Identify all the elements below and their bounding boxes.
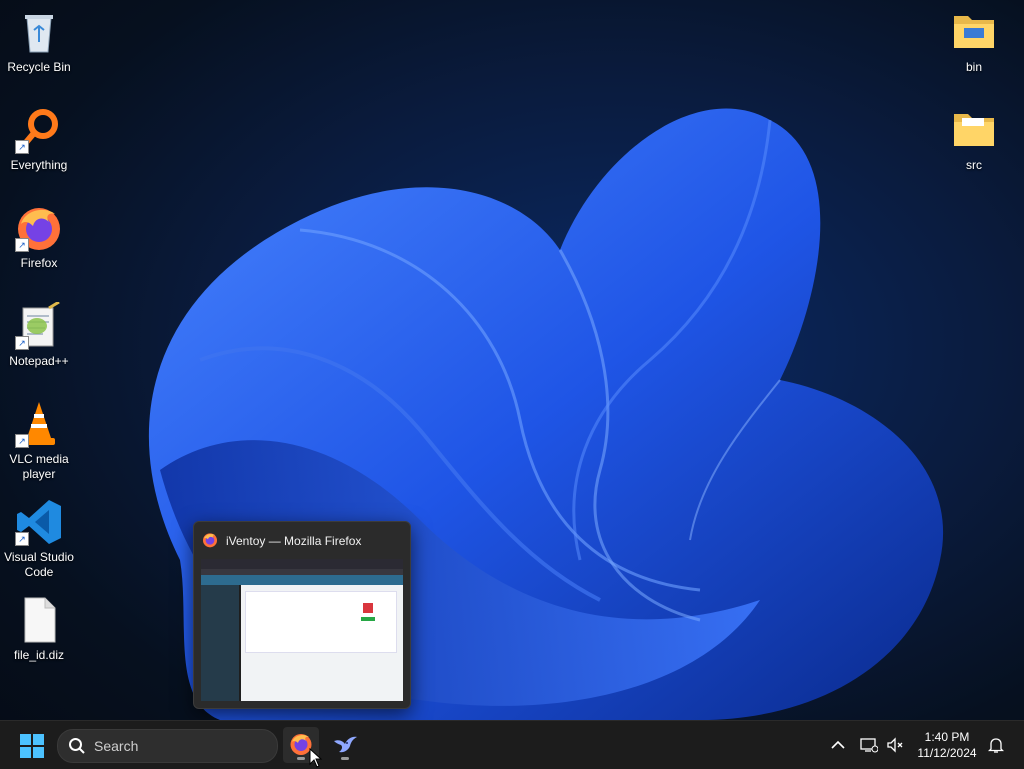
desktop-icon-label: bin xyxy=(965,60,982,74)
recycle-bin-icon xyxy=(15,8,63,56)
search-placeholder: Search xyxy=(94,738,139,754)
shortcut-arrow-icon: ↗ xyxy=(15,434,29,448)
taskbar-search-box[interactable]: Search xyxy=(57,729,278,763)
mouse-cursor-icon xyxy=(309,748,323,768)
bird-app-icon xyxy=(334,736,357,753)
desktop-icon-label: Visual Studio Code xyxy=(4,550,74,579)
text-file-icon xyxy=(15,596,63,644)
thumbnail-config-card xyxy=(245,591,397,653)
volume-button[interactable] xyxy=(884,721,906,769)
clock-date: 11/12/2024 xyxy=(917,746,977,760)
search-icon xyxy=(69,738,85,754)
thumbnail-status-indicator xyxy=(361,617,375,621)
desktop-icon-recycle-bin[interactable]: Recycle Bin xyxy=(1,8,77,75)
everything-search-icon: ↗ xyxy=(15,106,63,154)
desktop-icon-label: Notepad++ xyxy=(9,354,69,368)
desktop-icon-everything[interactable]: ↗ Everything xyxy=(1,106,77,173)
start-button[interactable] xyxy=(20,734,44,758)
thumbnail-stop-indicator xyxy=(363,603,373,613)
desktop-icon-vscode[interactable]: ↗ Visual Studio Code xyxy=(1,498,77,580)
taskbar-clock[interactable]: 1:40 PM 11/12/2024 xyxy=(912,729,982,761)
taskbar-app-iventoy[interactable] xyxy=(327,727,363,763)
desktop-icon-file-id-diz[interactable]: file_id.diz xyxy=(1,596,77,663)
thumbnail-sidebar xyxy=(201,585,239,701)
desktop-icon-label: Recycle Bin xyxy=(7,60,71,74)
taskbar: Search 1:40 PM 11/12/2024 xyxy=(0,720,1024,769)
desktop-icon-label: src xyxy=(966,158,982,172)
network-icon xyxy=(860,738,878,753)
thumbnail-tab-strip xyxy=(201,559,403,569)
shortcut-arrow-icon: ↗ xyxy=(15,532,29,546)
notifications-button[interactable] xyxy=(986,721,1006,769)
running-indicator xyxy=(297,757,305,760)
desktop-icon-vlc[interactable]: ↗ VLC media player xyxy=(1,400,77,482)
preview-window-title: iVentoy — Mozilla Firefox xyxy=(226,534,362,548)
wallpaper-bloom xyxy=(0,0,1024,720)
window-thumbnail-image[interactable] xyxy=(201,559,403,701)
desktop-icon-label: Firefox xyxy=(20,256,58,270)
show-hidden-icons-button[interactable] xyxy=(828,721,848,769)
desktop-icon-src[interactable]: src xyxy=(936,106,1012,173)
notepadpp-icon: ↗ xyxy=(15,300,63,350)
network-status-button[interactable] xyxy=(858,721,880,769)
thumbnail-app-header xyxy=(201,575,403,585)
firefox-icon xyxy=(202,532,218,548)
running-indicator xyxy=(341,757,349,760)
desktop-icon-bin[interactable]: bin xyxy=(936,8,1012,75)
desktop-icon-label: file_id.diz xyxy=(13,648,65,662)
chevron-up-icon xyxy=(831,740,845,749)
desktop-icon-notepadpp[interactable]: ↗ Notepad++ xyxy=(1,300,77,369)
bell-icon xyxy=(988,738,1004,753)
vscode-icon: ↗ xyxy=(15,498,63,546)
desktop-icon-label: VLC media player xyxy=(9,452,69,481)
volume-muted-icon xyxy=(887,737,903,753)
clock-time: 1:40 PM xyxy=(924,730,970,744)
shortcut-arrow-icon: ↗ xyxy=(15,238,29,252)
shortcut-arrow-icon: ↗ xyxy=(15,140,29,154)
firefox-icon: ↗ xyxy=(15,204,63,252)
folder-icon xyxy=(950,8,998,56)
desktop-icon-label: Everything xyxy=(10,158,68,172)
folder-icon xyxy=(950,106,998,154)
vlc-cone-icon: ↗ xyxy=(15,400,63,448)
taskbar-thumbnail-preview[interactable]: iVentoy — Mozilla Firefox xyxy=(193,521,411,709)
shortcut-arrow-icon: ↗ xyxy=(15,336,29,350)
desktop-icon-firefox[interactable]: ↗ Firefox xyxy=(1,204,77,271)
windows-logo-icon xyxy=(20,734,44,758)
